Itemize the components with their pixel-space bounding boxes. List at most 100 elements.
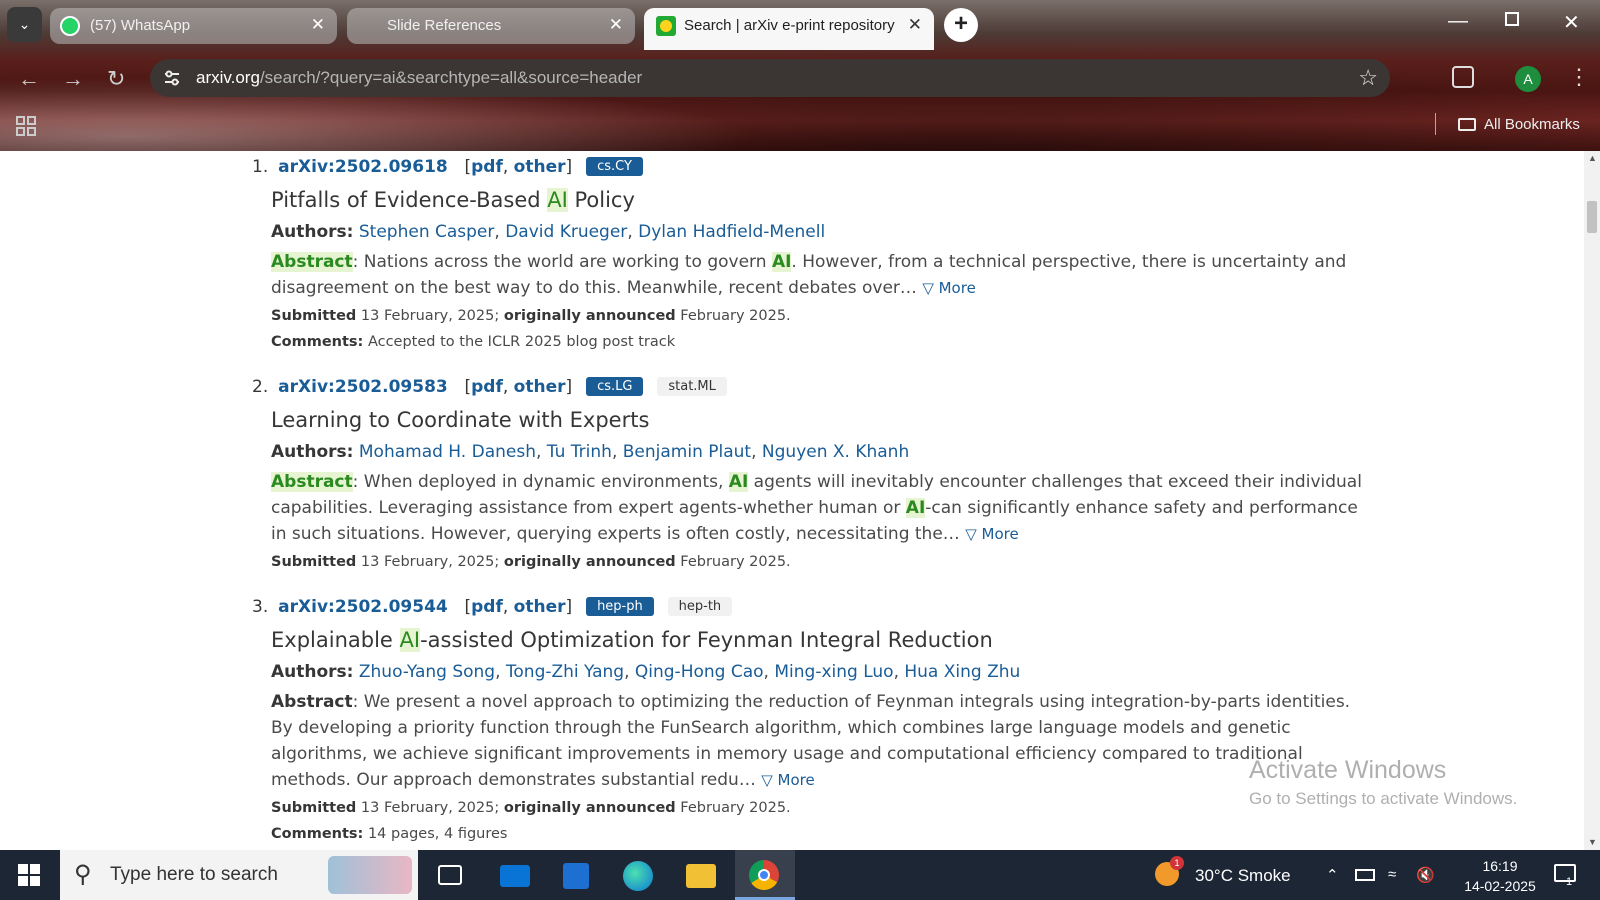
close-window-icon[interactable]: ✕ [1563, 10, 1580, 35]
author-link[interactable]: Nguyen X. Khanh [762, 442, 909, 462]
other-link[interactable]: other [514, 597, 566, 617]
close-icon[interactable]: ✕ [609, 15, 623, 35]
secondary-category-tag[interactable]: hep-th [667, 597, 733, 616]
extensions-icon[interactable] [1452, 66, 1474, 88]
apps-grid-icon[interactable] [15, 115, 37, 137]
primary-category-tag[interactable]: cs.LG [586, 377, 644, 396]
whatsapp-icon [60, 16, 80, 36]
close-icon[interactable]: ✕ [311, 15, 325, 35]
file-explorer-icon[interactable] [686, 864, 716, 888]
authors-line: Authors: Mohamad H. Danesh, Tu Trinh, Be… [271, 442, 910, 462]
primary-category-tag[interactable]: cs.CY [586, 157, 643, 176]
tab-slide-references[interactable]: Slide References ✕ [347, 8, 635, 44]
scrollbar[interactable]: ▲ ▼ [1584, 151, 1600, 850]
notification-count: 1 [1566, 876, 1573, 888]
tab-arxiv-search[interactable]: Search | arXiv e-print repository ✕ [644, 8, 934, 50]
tab-search-button[interactable]: ⌄ [7, 7, 42, 42]
other-link[interactable]: other [514, 377, 566, 397]
comments-info: Comments: 14 pages, 4 figures [271, 826, 508, 842]
author-link[interactable]: David Krueger [505, 222, 627, 242]
author-link[interactable]: Dylan Hadfield-Menell [638, 222, 825, 242]
result-item: 2. arXiv:2502.09583 [pdf, other] cs.LG s… [252, 377, 727, 397]
edge-icon[interactable] [623, 861, 653, 891]
abstract-line: By developing a priority function throug… [271, 718, 1291, 738]
author-link[interactable]: Hua Xing Zhu [904, 662, 1020, 682]
avatar[interactable]: A [1515, 66, 1541, 92]
submission-info: Submitted 13 February, 2025; originally … [271, 308, 791, 324]
tab-whatsapp[interactable]: (57) WhatsApp ✕ [50, 8, 337, 44]
wifi-icon[interactable]: ≈ [1388, 866, 1396, 883]
more-toggle[interactable]: ▽ More [965, 525, 1019, 543]
tab-title: (57) WhatsApp [90, 17, 191, 34]
result-header: 2. arXiv:2502.09583 [pdf, other] cs.LG s… [252, 377, 727, 397]
result-header: 3. arXiv:2502.09544 [pdf, other] hep-ph … [252, 597, 733, 617]
author-link[interactable]: Benjamin Plaut [623, 442, 751, 462]
abstract-line: in such situations. However, querying ex… [271, 524, 1019, 544]
battery-icon[interactable] [1355, 869, 1375, 881]
browser-chrome: ⌄ (57) WhatsApp ✕ Slide References ✕ Sea… [0, 0, 1600, 151]
activation-watermark-subtitle: Go to Settings to activate Windows. [1249, 789, 1518, 808]
primary-category-tag[interactable]: hep-ph [586, 597, 654, 616]
pdf-link[interactable]: pdf [471, 157, 503, 177]
result-title: Learning to Coordinate with Experts [271, 408, 650, 432]
abstract-line: disagreement on the best way to do this.… [271, 278, 976, 298]
chrome-taskbar-button[interactable] [735, 850, 795, 900]
abstract-line: Abstract: When deployed in dynamic envir… [271, 472, 1362, 492]
all-bookmarks-button[interactable]: All Bookmarks [1458, 116, 1580, 133]
author-link[interactable]: Tu Trinh [547, 442, 612, 462]
windows-start-icon[interactable] [18, 864, 40, 886]
divider [1435, 113, 1436, 135]
forward-icon[interactable]: → [62, 66, 84, 92]
arxiv-id-link[interactable]: arXiv:2502.09544 [278, 597, 448, 617]
clock-date[interactable]: 14-02-2025 [1450, 878, 1550, 894]
chrome-icon [749, 860, 779, 890]
clock-time[interactable]: 16:19 [1465, 858, 1535, 874]
author-link[interactable]: Mohamad H. Danesh [359, 442, 536, 462]
arxiv-results-page: 1. arXiv:2502.09618 [pdf, other] cs.CY P… [0, 151, 1584, 850]
chevron-up-icon[interactable]: ⌃ [1326, 866, 1339, 884]
result-item: 3. arXiv:2502.09544 [pdf, other] hep-ph … [252, 597, 733, 617]
new-tab-button[interactable]: + [944, 8, 978, 42]
store-icon[interactable] [563, 863, 589, 889]
weather-badge: 1 [1170, 856, 1184, 870]
folder-icon [1458, 118, 1476, 131]
author-link[interactable]: Zhuo-Yang Song [359, 662, 495, 682]
back-icon[interactable]: ← [18, 66, 40, 92]
close-icon[interactable]: ✕ [908, 15, 922, 35]
pdf-link[interactable]: pdf [471, 377, 503, 397]
secondary-category-tag[interactable]: stat.ML [657, 377, 727, 396]
mail-icon[interactable] [500, 865, 530, 887]
scroll-up-icon[interactable]: ▲ [1588, 153, 1597, 163]
search-icon: ⚲ [74, 861, 92, 888]
arxiv-id-link[interactable]: arXiv:2502.09618 [278, 157, 448, 177]
menu-icon[interactable]: ⋮ [1568, 64, 1590, 90]
tab-title: Slide References [387, 17, 502, 34]
minimize-icon[interactable]: — [1448, 10, 1468, 33]
taskbar-search-box[interactable]: ⚲ Type here to search [60, 850, 418, 900]
more-toggle[interactable]: ▽ More [922, 279, 976, 297]
author-link[interactable]: Stephen Casper [359, 222, 495, 242]
scroll-thumb[interactable] [1587, 201, 1597, 233]
arxiv-favicon-icon [656, 16, 676, 36]
author-link[interactable]: Ming-xing Luo [774, 662, 893, 682]
site-info-icon[interactable] [162, 68, 182, 88]
author-link[interactable]: Qing-Hong Cao [635, 662, 764, 682]
address-bar[interactable]: arxiv.org/search/?query=ai&searchtype=al… [150, 59, 1390, 97]
result-header: 1. arXiv:2502.09618 [pdf, other] cs.CY [252, 157, 643, 177]
scroll-down-icon[interactable]: ▼ [1588, 837, 1597, 847]
comments-info: Comments: Accepted to the ICLR 2025 blog… [271, 334, 676, 350]
restore-icon[interactable] [1505, 12, 1519, 26]
arxiv-id-link[interactable]: arXiv:2502.09583 [278, 377, 448, 397]
authors-line: Authors: Stephen Casper, David Krueger, … [271, 222, 826, 242]
other-link[interactable]: other [514, 157, 566, 177]
author-link[interactable]: Tong-Zhi Yang [506, 662, 624, 682]
task-view-icon[interactable] [438, 865, 462, 885]
more-toggle[interactable]: ▽ More [761, 771, 815, 789]
reload-icon[interactable]: ↻ [107, 66, 125, 92]
notifications-icon[interactable] [1554, 864, 1576, 882]
bookmark-star-icon[interactable]: ☆ [1358, 65, 1378, 91]
weather-text[interactable]: 30°C Smoke [1195, 866, 1291, 886]
pdf-link[interactable]: pdf [471, 597, 503, 617]
speaker-muted-icon[interactable]: 🔇 [1416, 866, 1435, 884]
taskbar: ⚲ Type here to search 1 30°C Smoke ⌃ ≈ 🔇… [0, 850, 1600, 900]
